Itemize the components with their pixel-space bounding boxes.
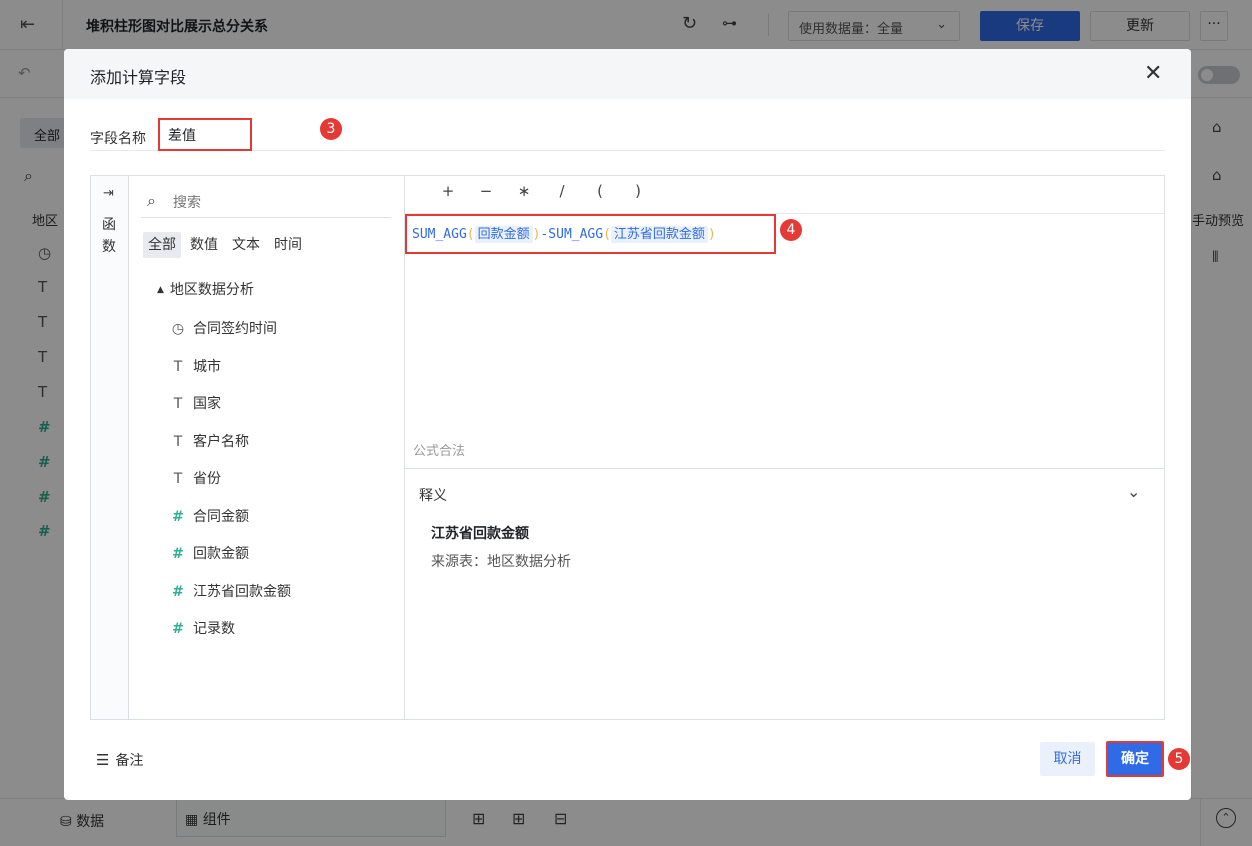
field-name-label: 字段名称 xyxy=(90,131,146,147)
close-icon[interactable]: ✕ xyxy=(1144,61,1162,86)
note-label: 备注 xyxy=(115,753,144,769)
field-item-label: 城市 xyxy=(193,359,221,375)
paren-open: ( xyxy=(603,227,611,242)
table-group[interactable]: ▲ 地区数据分析 xyxy=(157,279,254,299)
dialog-title: 添加计算字段 xyxy=(90,68,187,87)
field-item[interactable]: T 城市 xyxy=(169,356,221,380)
field-name-input[interactable] xyxy=(158,118,252,151)
function-token: SUM_AGG xyxy=(548,227,604,242)
plus-operator-button[interactable]: + xyxy=(429,182,467,200)
caret-down-icon: ▲ xyxy=(157,285,164,295)
field-item-label: 省份 xyxy=(193,471,221,487)
tab-all[interactable]: 全部 xyxy=(143,232,181,258)
left-paren-button[interactable]: ( xyxy=(581,182,619,200)
formula-status: 公式合法 xyxy=(413,444,466,459)
expand-icon: ⇥ xyxy=(103,186,114,201)
field-token: 回款金额 xyxy=(474,226,533,243)
clock-icon: ◷ xyxy=(171,321,185,337)
step-badge-5: 5 xyxy=(1168,748,1190,770)
field-item-label: 江苏省回款金额 xyxy=(193,584,291,600)
field-item[interactable]: T 国家 xyxy=(169,393,221,417)
field-item[interactable]: # 回款金额 xyxy=(169,543,249,567)
comment-icon: ☰ xyxy=(96,751,110,769)
dialog-header: 添加计算字段 ✕ xyxy=(64,49,1191,99)
field-item-label: 回款金额 xyxy=(193,546,249,562)
text-type-icon: T xyxy=(173,359,183,375)
count-type-icon: # xyxy=(172,621,184,637)
note-button[interactable]: ☰ 备注 xyxy=(96,750,143,770)
explanation-title: 释义 xyxy=(419,488,447,504)
confirm-button[interactable]: 确定 xyxy=(1106,741,1164,777)
cancel-button[interactable]: 取消 xyxy=(1040,742,1095,776)
explanation-panel: 释义 ⌄ 江苏省回款金额 来源表：地区数据分析 xyxy=(405,468,1165,719)
table-group-label: 地区数据分析 xyxy=(169,282,254,298)
explanation-source: 来源表：地区数据分析 xyxy=(431,554,571,570)
step-badge-3: 3 xyxy=(320,118,342,140)
field-search-input[interactable] xyxy=(173,192,373,214)
paren-close: ) xyxy=(707,227,716,242)
field-search: ⌕ xyxy=(141,190,391,218)
field-item[interactable]: # 合同金额 xyxy=(169,506,249,530)
search-icon: ⌕ xyxy=(147,191,156,210)
minus-operator-button[interactable]: − xyxy=(467,182,505,200)
text-type-icon: T xyxy=(173,396,183,412)
function-panel-toggle[interactable]: ⇥ 函数 xyxy=(91,176,129,719)
multiply-operator-button[interactable]: ∗ xyxy=(505,182,543,200)
field-item[interactable]: # 江苏省回款金额 xyxy=(169,581,291,605)
tab-number[interactable]: 数值 xyxy=(185,232,223,258)
text-type-icon: T xyxy=(173,471,183,487)
operator-bar: + − ∗ /() xyxy=(429,182,657,206)
number-type-icon: # xyxy=(172,584,184,600)
add-calculated-field-dialog: 添加计算字段 ✕ 字段名称 3 ⇥ 函数 ⌕ 全部数值文本时间 ▲ 地区数据分析 … xyxy=(64,49,1191,800)
tab-text[interactable]: 文本 xyxy=(227,232,265,258)
field-item[interactable]: T 省份 xyxy=(169,468,221,492)
formula-panel: + − ∗ /() SUM_AGG(回款金额)-SUM_AGG(江苏省回款金额) 4 … xyxy=(405,176,1165,719)
text-type-icon: T xyxy=(173,434,183,450)
function-token: SUM_AGG xyxy=(412,227,467,242)
field-item[interactable]: T 客户名称 xyxy=(169,431,249,455)
field-token: 江苏省回款金额 xyxy=(610,226,708,243)
chevron-down-icon[interactable]: ⌄ xyxy=(1127,482,1140,501)
field-item-label: 客户名称 xyxy=(193,434,249,450)
field-item[interactable]: ◷ 合同签约时间 xyxy=(169,318,277,342)
field-item-label: 合同签约时间 xyxy=(193,321,277,337)
field-item-label: 记录数 xyxy=(193,621,235,637)
tab-time[interactable]: 时间 xyxy=(269,232,307,258)
field-list-panel: ⌕ 全部数值文本时间 ▲ 地区数据分析 ◷ 合同签约时间 T 城市 T 国家 T 客户名称… xyxy=(129,176,405,719)
number-type-icon: # xyxy=(172,509,184,525)
paren-open: ( xyxy=(466,227,475,242)
explanation-field-name: 江苏省回款金额 xyxy=(431,526,529,542)
formula-input[interactable]: SUM_AGG(回款金额)-SUM_AGG(江苏省回款金额) xyxy=(405,214,776,254)
field-item-label: 合同金额 xyxy=(193,509,249,525)
right-paren-button[interactable]: ) xyxy=(619,182,657,200)
number-type-icon: # xyxy=(172,546,184,562)
field-type-tabs: 全部 数值 文本 时间 xyxy=(143,232,311,258)
field-name-row: 字段名称 3 xyxy=(90,118,1165,151)
function-label: 函数 xyxy=(102,217,116,255)
step-badge-4: 4 xyxy=(780,219,802,241)
field-item[interactable]: # 记录数 xyxy=(169,618,235,642)
divide-operator-button[interactable]: / xyxy=(543,182,581,200)
field-item-label: 国家 xyxy=(193,396,221,412)
formula-editor: ⇥ 函数 ⌕ 全部数值文本时间 ▲ 地区数据分析 ◷ 合同签约时间 T 城市 T 国家 … xyxy=(90,175,1165,720)
